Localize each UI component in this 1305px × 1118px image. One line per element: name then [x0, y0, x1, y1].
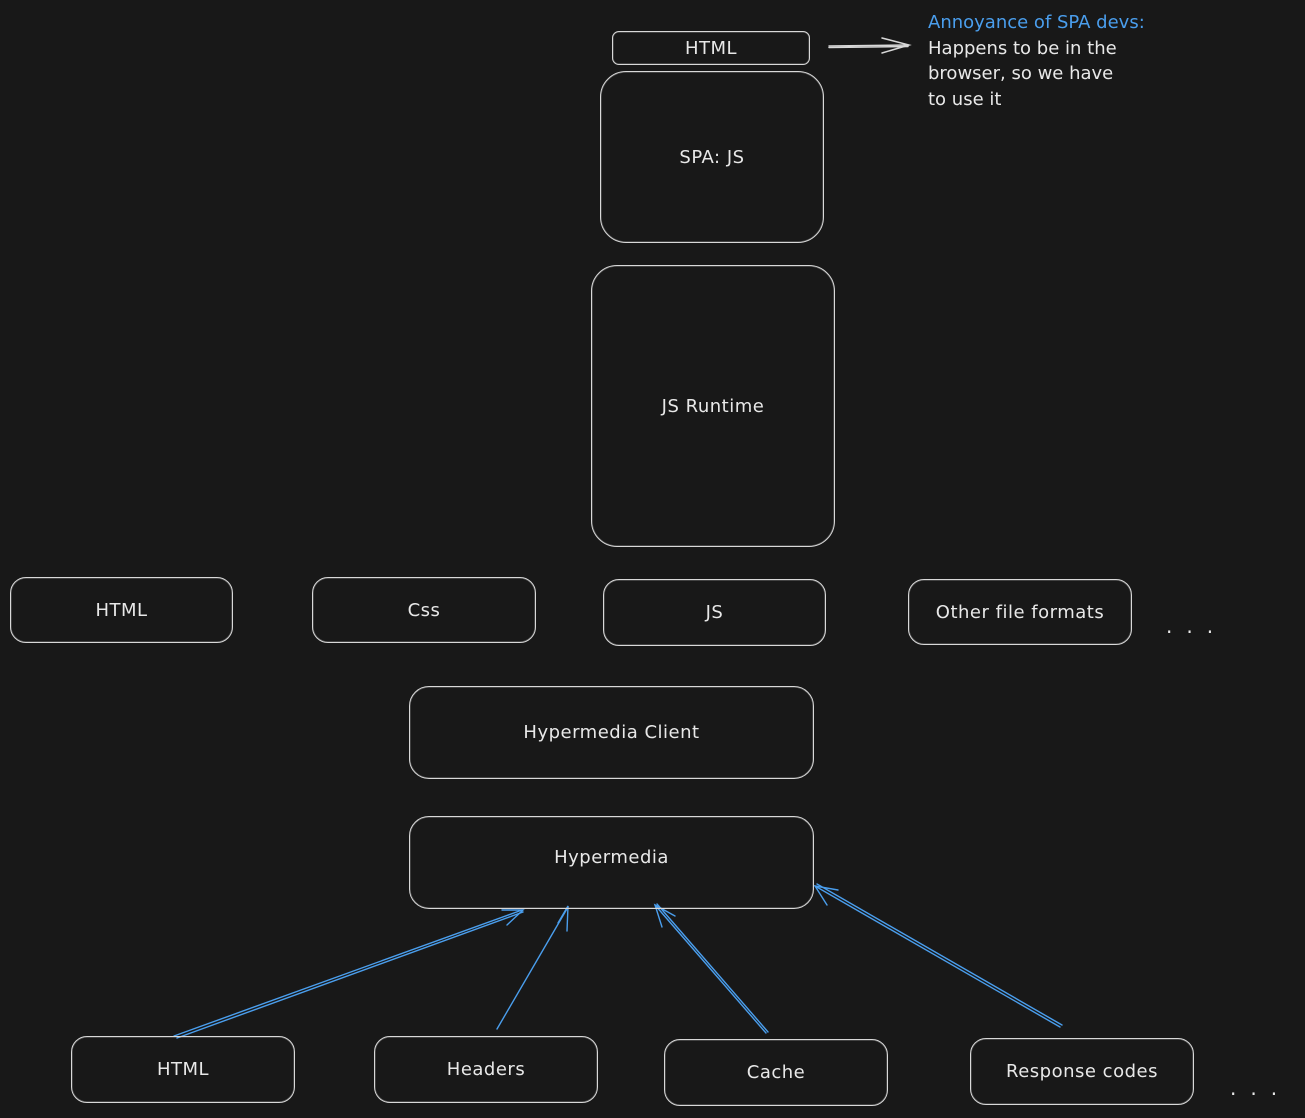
format-box-css[interactable]: Css: [312, 577, 536, 643]
arrow-cache-to-hypermedia: [653, 903, 769, 1034]
format-label: Other file formats: [935, 601, 1105, 623]
annotation-body: Happens to be in the browser, so we have…: [928, 37, 1117, 110]
spa-js-box[interactable]: SPA: JS: [600, 71, 824, 243]
format-box-html[interactable]: HTML: [10, 577, 233, 643]
js-runtime-label: JS Runtime: [661, 395, 765, 417]
format-box-js[interactable]: JS: [603, 579, 826, 646]
component-box-cache[interactable]: Cache: [664, 1039, 888, 1106]
hypermedia-client-box[interactable]: Hypermedia Client: [409, 686, 814, 779]
hypermedia-client-label: Hypermedia Client: [523, 722, 700, 743]
component-label: HTML: [156, 1059, 210, 1080]
arrow-html-to-hypermedia: [173, 909, 525, 1039]
component-box-headers[interactable]: Headers: [374, 1036, 598, 1103]
component-label: Headers: [446, 1059, 526, 1080]
spa-js-label: SPA: JS: [679, 146, 745, 168]
format-label: JS: [705, 602, 724, 623]
top-html-box[interactable]: HTML: [612, 31, 810, 65]
annotation-note: Annoyance of SPA devs: Happens to be in …: [928, 10, 1145, 112]
component-label: Cache: [746, 1062, 806, 1083]
format-label: Css: [407, 599, 441, 621]
component-box-html[interactable]: HTML: [71, 1036, 295, 1103]
js-runtime-box[interactable]: JS Runtime: [591, 265, 835, 547]
component-box-response-codes[interactable]: Response codes: [970, 1038, 1194, 1105]
format-box-other[interactable]: Other file formats: [908, 579, 1132, 645]
formats-ellipsis: ...: [1166, 614, 1228, 638]
annotation-title: Annoyance of SPA devs:: [928, 12, 1145, 33]
annotation-arrow: [828, 37, 912, 54]
hypermedia-box[interactable]: Hypermedia: [409, 816, 814, 909]
arrow-response-codes-to-hypermedia: [813, 883, 1063, 1028]
hypermedia-label: Hypermedia: [554, 847, 669, 868]
top-html-label: HTML: [684, 37, 738, 59]
format-label: HTML: [95, 599, 148, 621]
component-label: Response codes: [1006, 1061, 1158, 1082]
components-ellipsis: ...: [1230, 1076, 1292, 1100]
